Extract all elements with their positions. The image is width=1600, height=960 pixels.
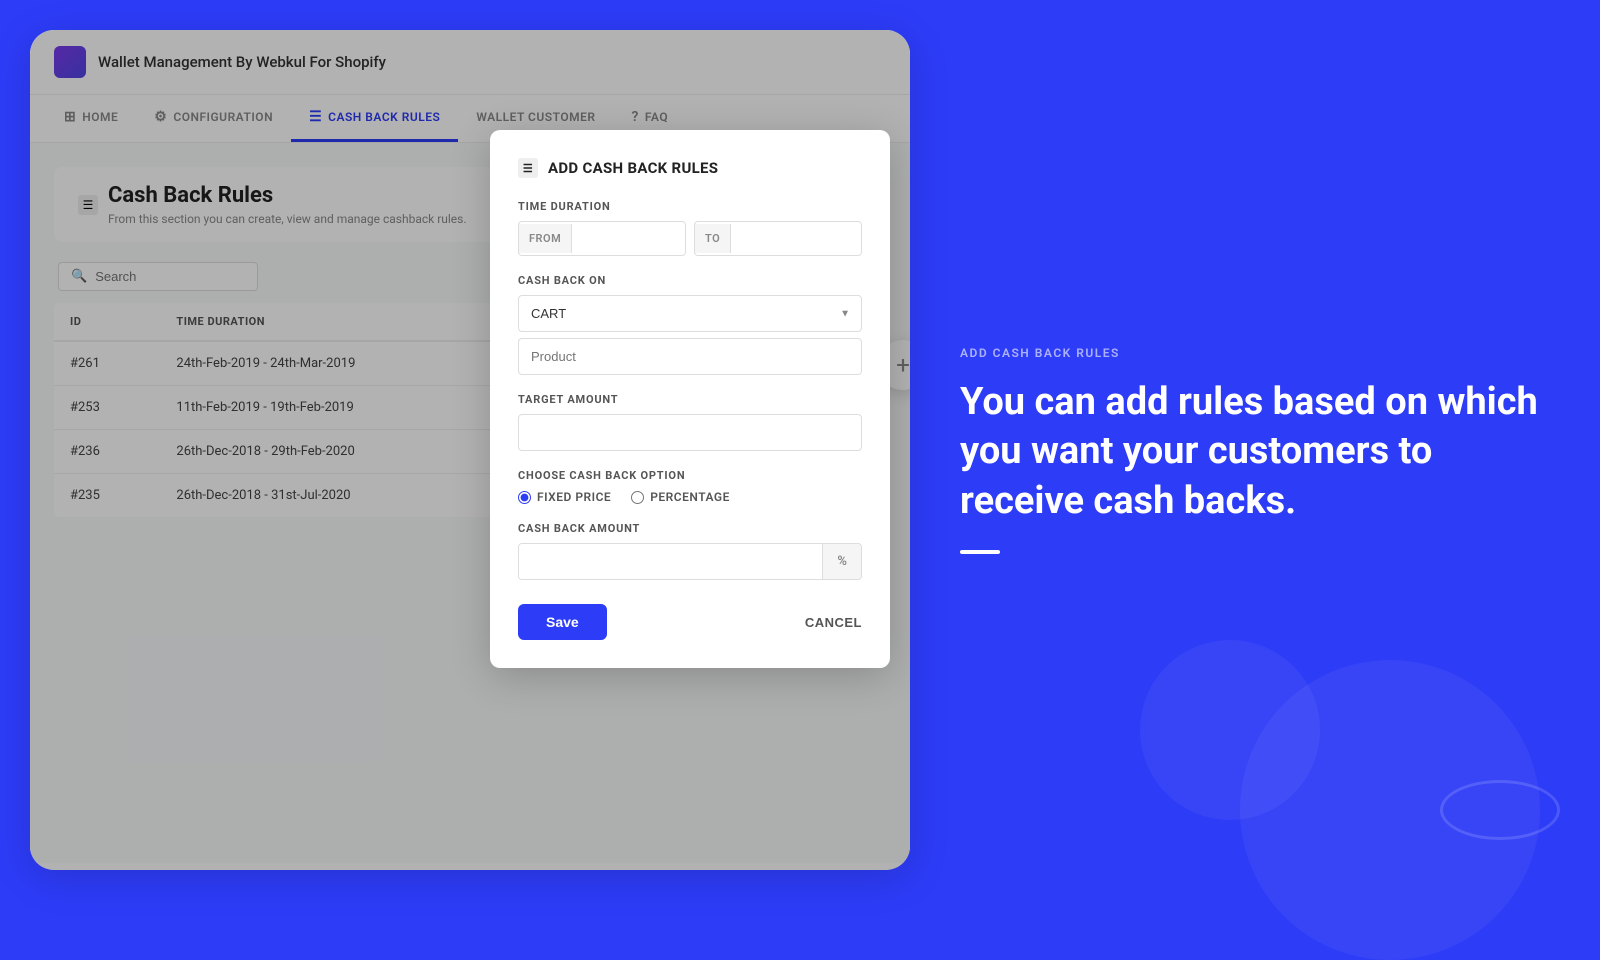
cashback-on-group: CASH BACK ON CART PRODUCT ORDER xyxy=(518,274,862,375)
cashback-on-select-wrapper: CART PRODUCT ORDER xyxy=(518,295,862,332)
cashback-amount-input[interactable]: 2000 xyxy=(519,544,822,579)
cashback-option-label: CHOOSE CASH BACK OPTION xyxy=(518,469,862,482)
cashback-on-select[interactable]: CART PRODUCT ORDER xyxy=(518,295,862,332)
from-date-input[interactable] xyxy=(572,223,686,254)
target-amount-label: TARGET AMOUNT xyxy=(518,393,862,406)
target-amount-group: TARGET AMOUNT 2000 xyxy=(518,393,862,451)
percentage-option[interactable]: PERCENTAGE xyxy=(631,490,730,504)
bg-decoration-2 xyxy=(1140,640,1320,820)
to-date-input[interactable] xyxy=(731,223,862,254)
modal-actions: Save CANCEL xyxy=(518,604,862,640)
save-button[interactable]: Save xyxy=(518,604,607,640)
time-duration-row: FROM 📅 TO 📅 xyxy=(518,221,862,256)
cashback-option-group: CHOOSE CASH BACK OPTION FIXED PRICE PERC… xyxy=(518,469,862,504)
to-input-group: TO 📅 xyxy=(694,221,862,256)
from-label: FROM xyxy=(519,224,572,253)
modal-title-icon: ☰ xyxy=(518,158,538,178)
cashback-amount-input-wrapper: 2000 % xyxy=(518,543,862,580)
modal-title: ☰ ADD CASH BACK RULES xyxy=(518,158,862,178)
target-amount-input[interactable]: 2000 xyxy=(518,414,862,451)
cashback-on-label: CASH BACK ON xyxy=(518,274,862,287)
radio-group: FIXED PRICE PERCENTAGE xyxy=(518,490,862,504)
add-cashback-modal: ☰ ADD CASH BACK RULES TIME DURATION FROM… xyxy=(490,130,890,668)
time-duration-group: TIME DURATION FROM 📅 TO 📅 xyxy=(518,200,862,256)
bg-wave xyxy=(1440,780,1560,840)
right-panel-divider xyxy=(960,550,1000,554)
product-input[interactable] xyxy=(518,338,862,375)
percentage-radio[interactable] xyxy=(631,491,644,504)
time-duration-label: TIME DURATION xyxy=(518,200,862,213)
right-panel-subtitle: ADD CASH BACK RULES xyxy=(960,346,1550,360)
to-label: TO xyxy=(695,224,731,253)
cancel-button[interactable]: CANCEL xyxy=(805,615,862,630)
fixed-price-radio[interactable] xyxy=(518,491,531,504)
fixed-price-option[interactable]: FIXED PRICE xyxy=(518,490,611,504)
cashback-amount-group: CASH BACK AMOUNT 2000 % xyxy=(518,522,862,580)
right-panel-title: You can add rules based on which you wan… xyxy=(960,378,1550,526)
percentage-suffix: % xyxy=(822,544,861,579)
app-card: Wallet Management By Webkul For Shopify … xyxy=(30,30,910,870)
from-input-group: FROM 📅 xyxy=(518,221,686,256)
right-panel: ADD CASH BACK RULES You can add rules ba… xyxy=(910,0,1600,900)
modal-overlay: ☰ ADD CASH BACK RULES TIME DURATION FROM… xyxy=(30,30,910,870)
cashback-amount-label: CASH BACK AMOUNT xyxy=(518,522,862,535)
